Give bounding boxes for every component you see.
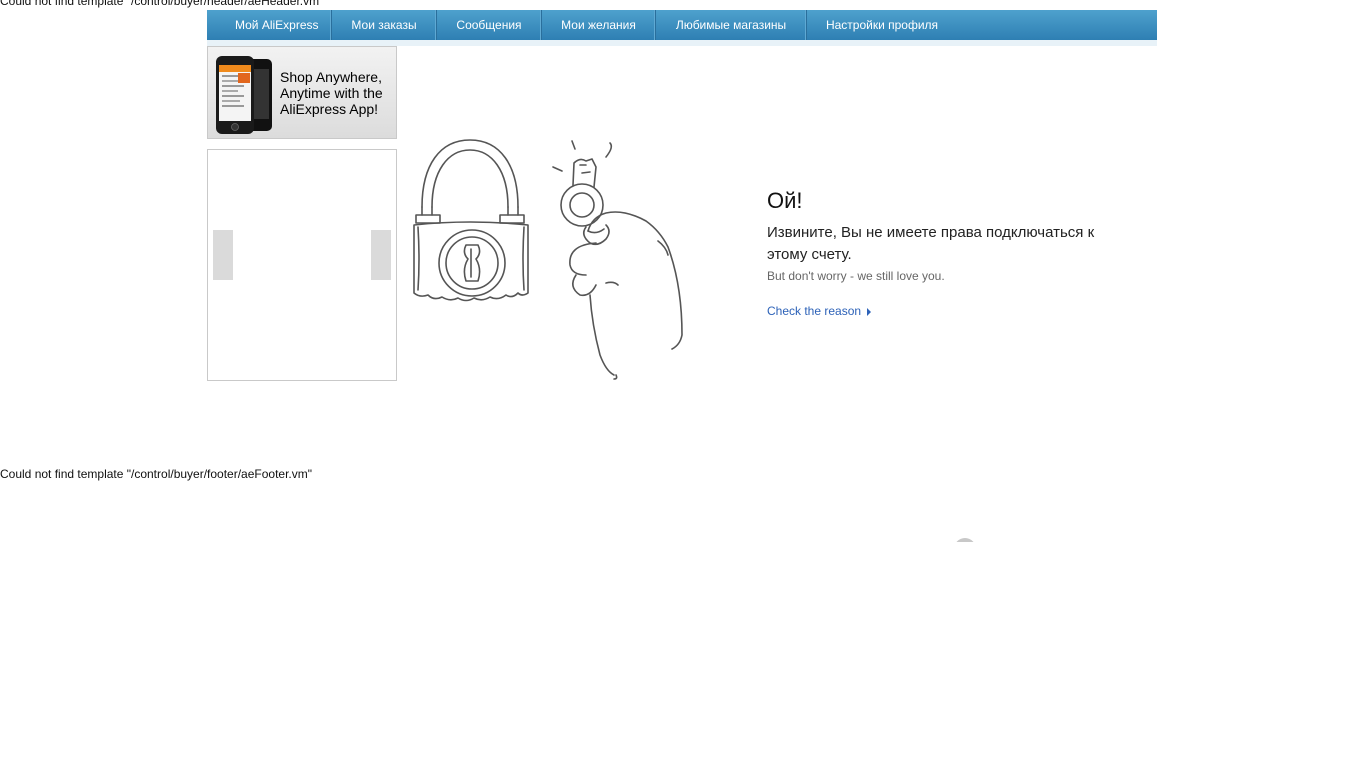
nav-my-aliexpress[interactable]: Мой AliExpress [207,10,332,40]
slider-next-button[interactable] [371,230,391,280]
nav-wish-list[interactable]: Мои желания [542,10,656,40]
check-reason-link[interactable]: Check the reason [767,304,872,318]
nav-profile-settings[interactable]: Настройки профиля [807,10,957,40]
check-reason-label: Check the reason [767,304,862,318]
error-subtitle: Извините, Вы не имеете права подключатьс… [767,224,1095,263]
app-promo-banner[interactable]: Shop Anywhere, Anytime with the AliExpre… [207,46,397,139]
circle-decoration [954,538,976,542]
top-navigation: Мой AliExpress Мои заказы Сообщения Мои … [207,10,1157,40]
error-note: But don't worry - we still love you. [767,269,945,283]
footer-template-error: Could not find template "/control/buyer/… [0,467,313,481]
header-template-error: Could not find template "/control/buyer/… [0,0,324,8]
error-message: Ой! Извините, Вы не имеете права подключ… [767,188,1127,320]
padlock-icon [413,139,529,302]
nav-my-orders[interactable]: Мои заказы [332,10,437,40]
arrow-right-icon [867,308,872,316]
phone-icon [216,56,272,134]
nav-favorite-stores[interactable]: Любимые магазины [656,10,807,40]
product-slider [207,149,397,381]
error-title: Ой! [767,188,803,213]
lock-and-key-illustration [413,139,683,380]
banner-text: Shop Anywhere, Anytime with the AliExpre… [280,69,383,117]
key-in-hand-icon [552,140,683,380]
nav-messages[interactable]: Сообщения [437,10,542,40]
slider-prev-button[interactable] [213,230,233,280]
